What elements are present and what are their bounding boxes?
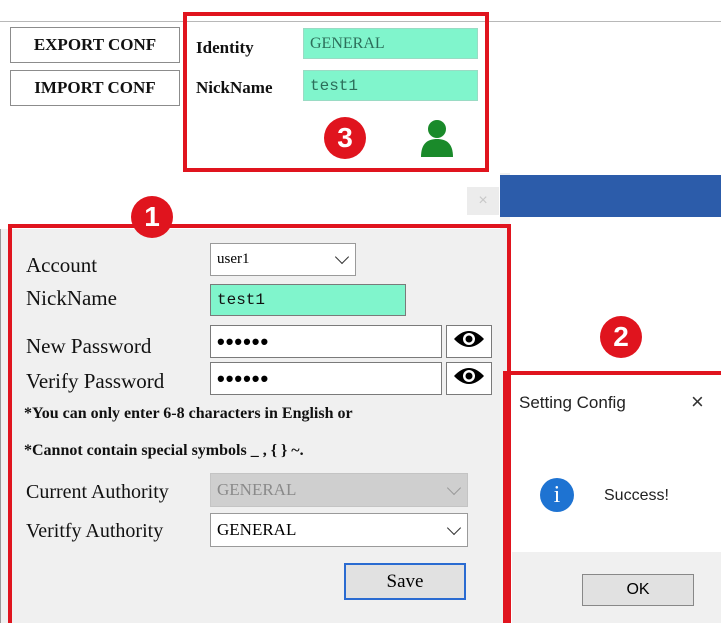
annotation-badge-3: 3 (324, 117, 366, 159)
config-dialog-titlebar (0, 173, 500, 229)
annotation-box-2 (503, 371, 721, 623)
export-conf-button[interactable]: EXPORT CONF (10, 27, 180, 63)
window-titlebar-accent (500, 175, 721, 217)
import-conf-button[interactable]: IMPORT CONF (10, 70, 180, 106)
annotation-badge-1: 1 (131, 196, 173, 238)
annotation-badge-2: 2 (600, 316, 642, 358)
config-close-button[interactable]: × (467, 187, 499, 215)
annotation-box-1 (8, 224, 511, 623)
